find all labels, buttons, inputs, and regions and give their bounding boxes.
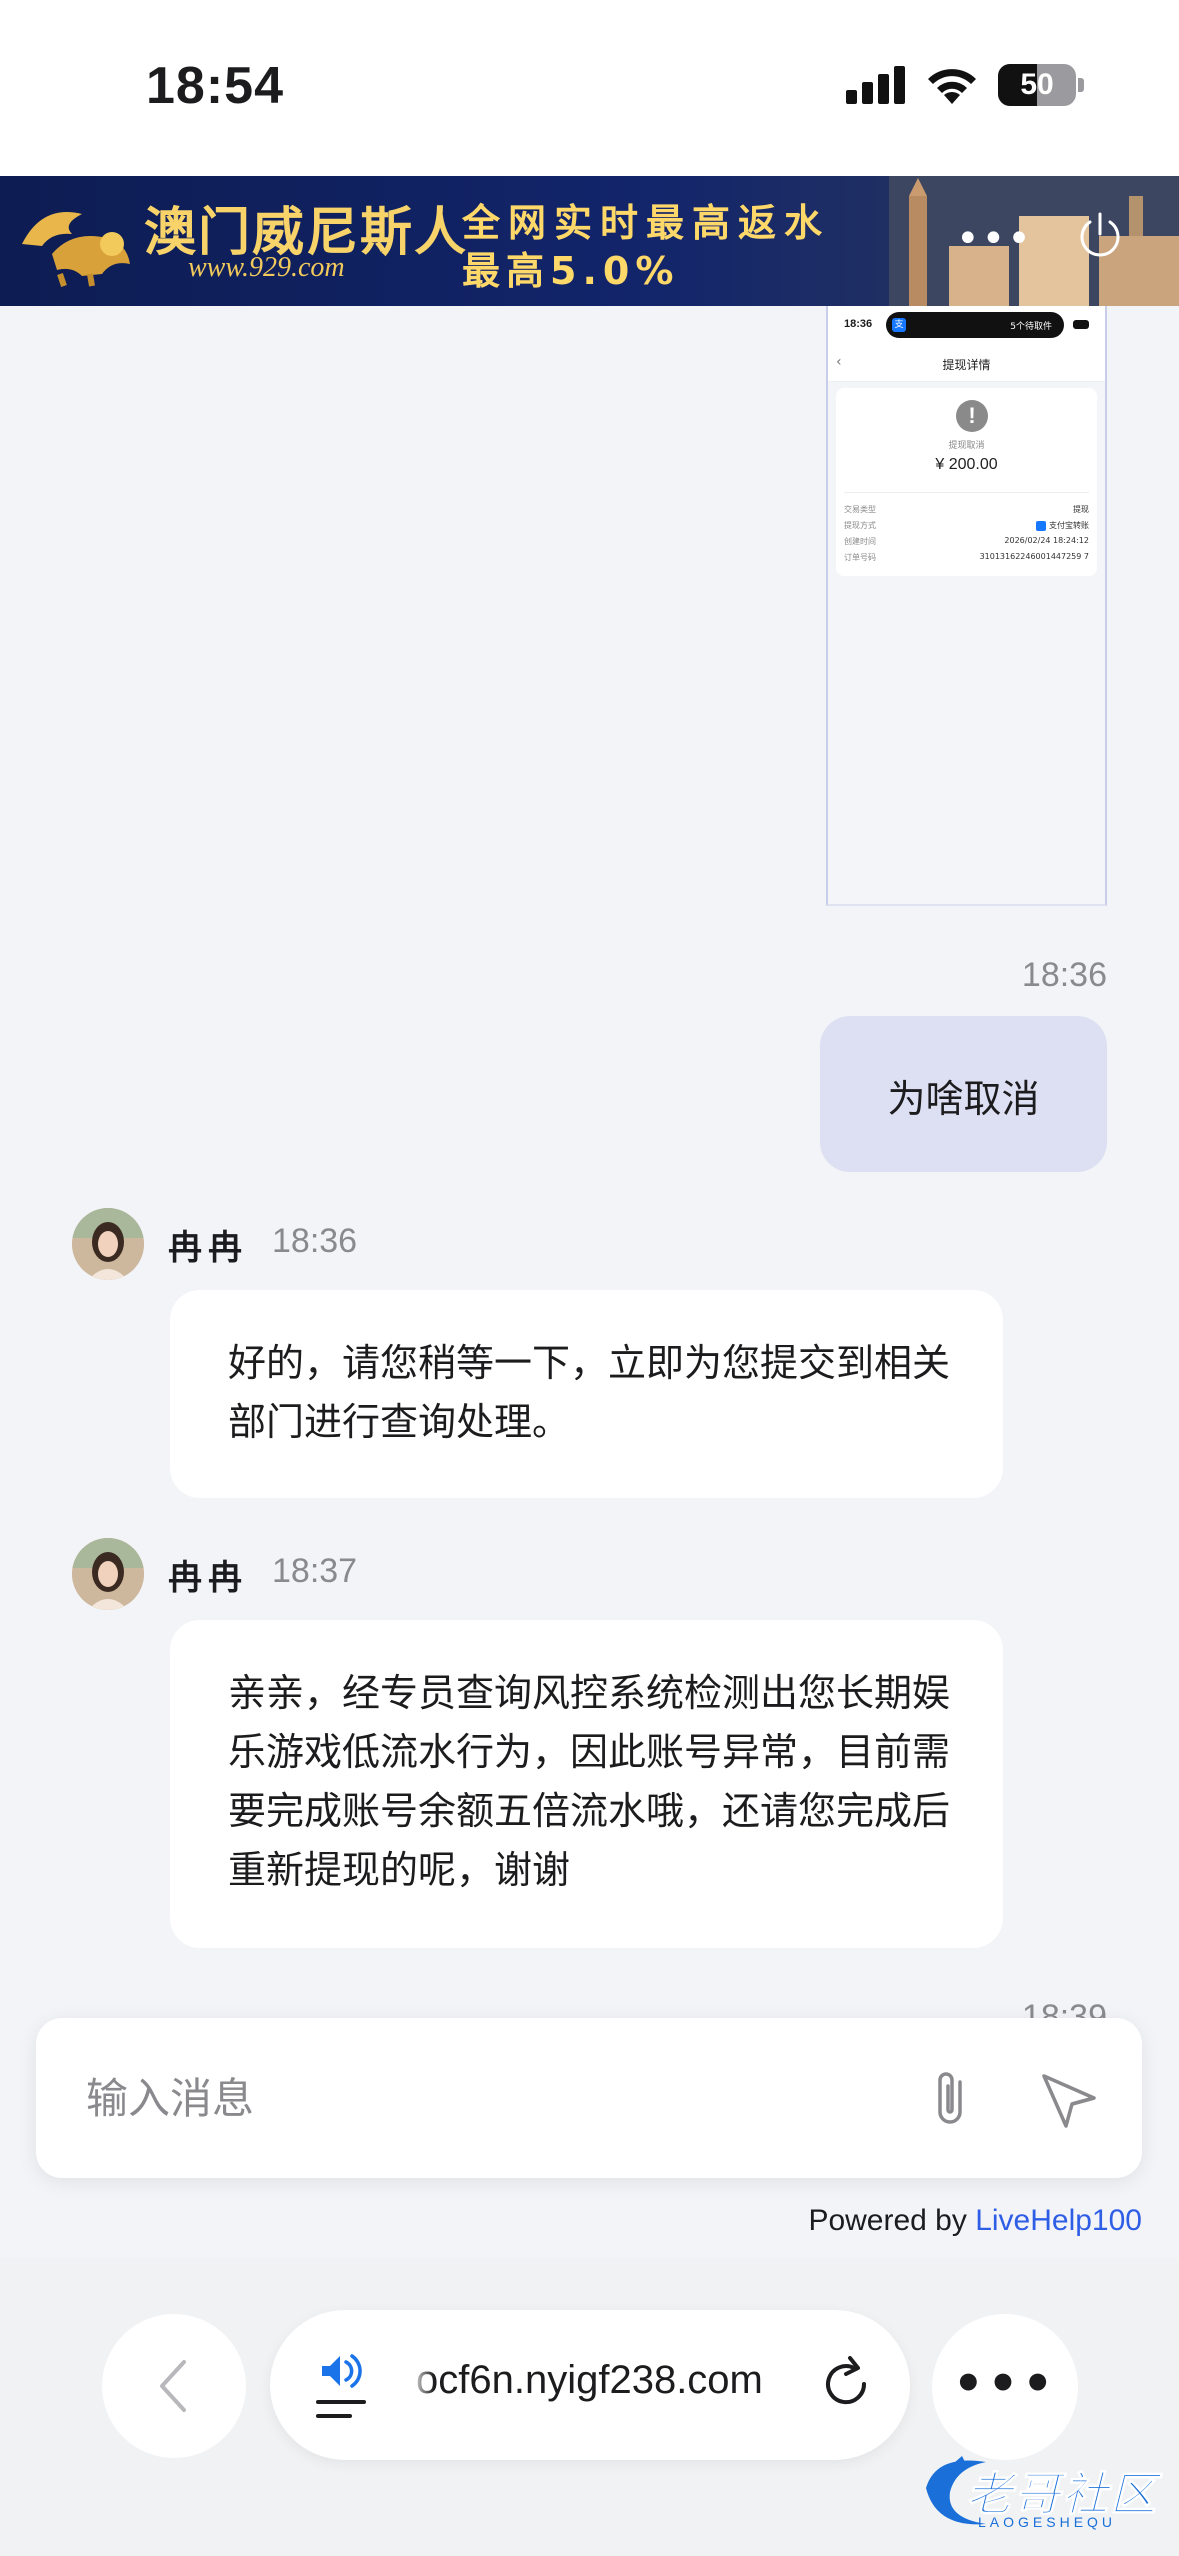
sent-image[interactable]: 18:36 支 5个待取件 ‹ 提现详情 ! 提现取消 ¥ 200.00 交易类…: [826, 306, 1107, 906]
shot-row: 提现方式 支付宝转账: [844, 520, 1089, 531]
agent-message-bubble[interactable]: 好的，请您稍等一下，立即为您提交到相关部门进行查询处理。: [170, 1290, 1003, 1498]
winged-lion-logo: [22, 212, 130, 287]
ad-headline: 全网实时最高返水: [462, 201, 831, 245]
shot-time: 18:36: [844, 318, 873, 330]
agent-name: 冉冉: [168, 1558, 248, 1598]
shot-alert-icon: !: [956, 400, 988, 432]
watermark-subtitle: LAOGESHEQU: [978, 2514, 1117, 2530]
ad-more-icon[interactable]: •••: [956, 216, 1033, 262]
message-input[interactable]: [86, 2066, 886, 2130]
shot-amount: ¥ 200.00: [935, 456, 998, 473]
message-time: 18:37: [272, 1552, 358, 1590]
back-button[interactable]: [102, 2314, 246, 2458]
livehelp-link[interactable]: LiveHelp100: [975, 2204, 1142, 2237]
shot-status: 提现取消: [948, 441, 985, 451]
powered-by: Powered by LiveHelp100: [808, 2204, 1142, 2237]
wifi-icon: [928, 69, 976, 104]
message-composer: [36, 2018, 1142, 2178]
sent-message-text: 为啥取消: [887, 1077, 1040, 1121]
shot-battery-icon: [1073, 320, 1089, 329]
ad-url: www.929.com: [188, 252, 345, 283]
shot-notification: 5个待取件: [1010, 322, 1052, 332]
shot-dynamic-island: 支 5个待取件: [886, 312, 1064, 338]
skyline-image: [889, 176, 1179, 306]
agent-message-text: 好的，请您稍等一下，立即为您提交到相关部门进行查询处理。: [228, 1341, 951, 1444]
ad-rebate: 最高5.0%: [462, 249, 680, 293]
agent-avatar[interactable]: [72, 1538, 144, 1610]
battery-icon: 50: [998, 64, 1076, 106]
ad-close-icon[interactable]: [1076, 210, 1124, 258]
agent-avatar[interactable]: [72, 1208, 144, 1280]
shot-row: 创建时间 2026/02/24 18:24:12: [844, 536, 1089, 546]
shot-row: 交易类型 提现: [844, 505, 1089, 514]
chevron-left-icon: [160, 2360, 186, 2412]
alipay-icon: 支: [892, 318, 906, 332]
more-button[interactable]: •••: [932, 2314, 1078, 2460]
shot-title: 提现详情: [942, 358, 991, 372]
message-time: 18:36: [272, 1222, 358, 1260]
reload-icon[interactable]: [816, 2354, 876, 2414]
status-time: 18:54: [146, 57, 284, 115]
paperclip-icon[interactable]: [920, 2066, 986, 2132]
sent-message-bubble[interactable]: 为啥取消: [820, 1016, 1107, 1172]
send-icon[interactable]: [1036, 2068, 1102, 2134]
more-icon: •••: [952, 2356, 1058, 2412]
watermark-logo: 老哥社区 LAOGESHEQU: [916, 2448, 1168, 2538]
agent-message-bubble[interactable]: 亲亲，经专员查询风控系统检测出您长期娱乐游戏低流水行为，因此账号异常，目前需要完…: [170, 1620, 1003, 1948]
agent-message-text: 亲亲，经专员查询风控系统检测出您长期娱乐游戏低流水行为，因此账号异常，目前需要完…: [228, 1671, 951, 1892]
battery-level: 50: [1020, 68, 1054, 101]
message-time: 18:36: [1021, 956, 1107, 994]
shot-withdraw-card: ! 提现取消 ¥ 200.00 交易类型 提现 提现方式 支付宝转账 创建时间 …: [836, 388, 1097, 576]
agent-name: 冉冉: [168, 1228, 248, 1268]
shot-row: 订单号码 31013162246001447259 7: [844, 552, 1089, 562]
signal-icon: [846, 66, 906, 104]
status-bar: 18:54 50: [0, 0, 1179, 176]
address-bar[interactable]: ocf6n.nyigf238.com: [270, 2310, 910, 2460]
alipay-icon: [1036, 520, 1046, 531]
url-text: ocf6n.nyigf238.com: [416, 2358, 763, 2402]
ad-banner[interactable]: 澳门威尼斯人 www.929.com 全网实时最高返水 最高5.0% •••: [0, 176, 1179, 306]
speaker-icon[interactable]: [316, 2350, 372, 2422]
